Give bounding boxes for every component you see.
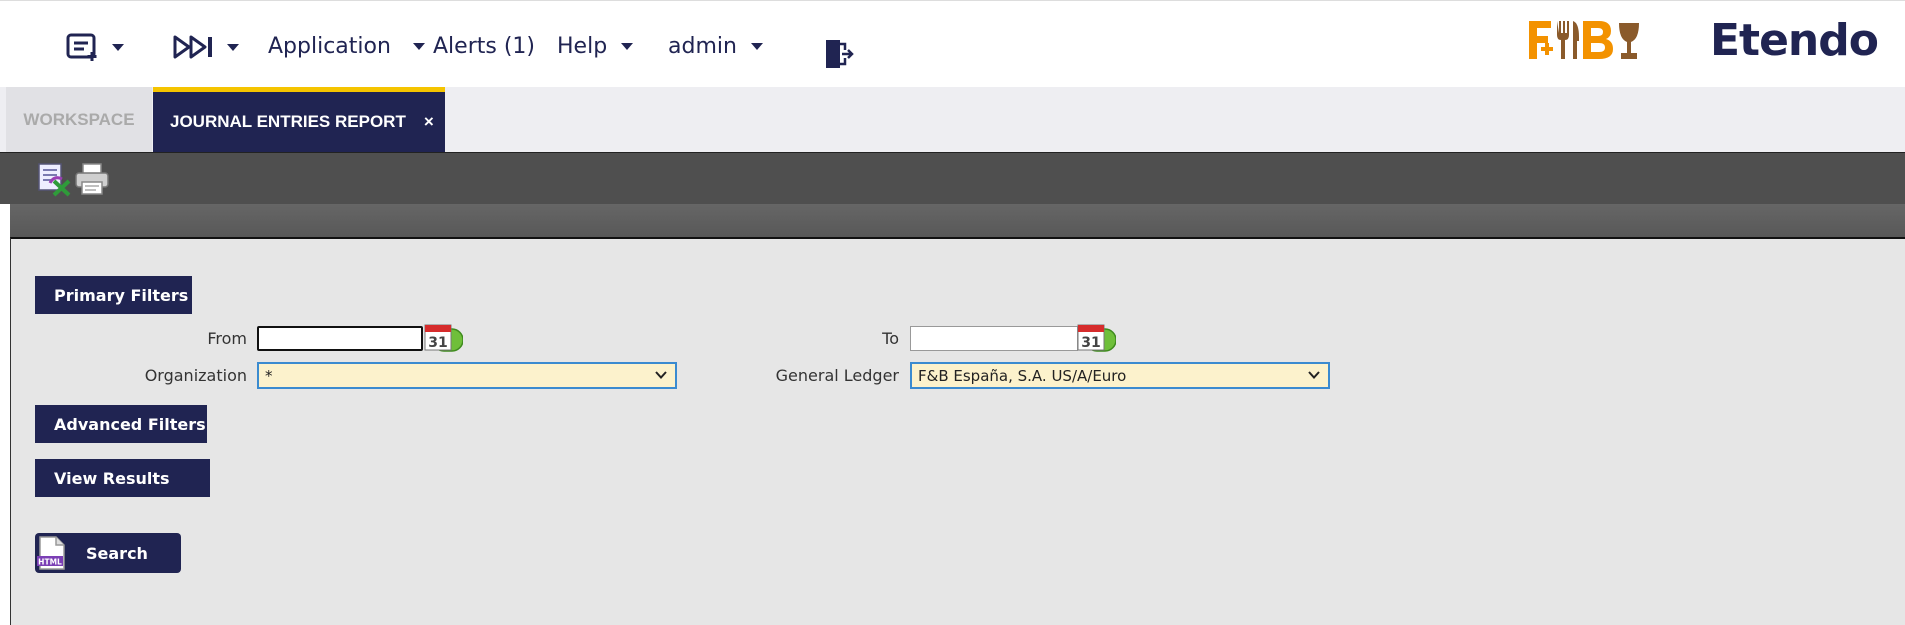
primary-filters-section[interactable]: Primary Filters — [35, 276, 192, 314]
logout-icon — [826, 40, 854, 68]
chevron-down-icon — [750, 42, 763, 50]
new-document-icon — [66, 33, 97, 61]
organization-select[interactable]: * — [257, 362, 677, 389]
html-file-icon: HTML — [37, 536, 65, 570]
general-ledger-label: General Ledger — [775, 366, 899, 385]
alerts-menu[interactable]: Alerts (1) — [433, 29, 535, 63]
quick-launch-button[interactable] — [173, 31, 239, 63]
export-excel-button[interactable] — [36, 161, 72, 197]
help-menu-label: Help — [557, 33, 608, 59]
from-label: From — [207, 329, 247, 348]
advanced-filters-section[interactable]: Advanced Filters — [35, 405, 207, 443]
calendar-icon: 31 — [1077, 324, 1117, 352]
search-button-label: Search — [86, 543, 148, 563]
help-menu[interactable]: Help — [557, 29, 634, 63]
new-menu-button[interactable] — [66, 31, 124, 63]
calendar-icon: 31 — [424, 324, 464, 352]
fnb-logo — [1527, 15, 1649, 65]
user-menu-label: admin — [668, 33, 737, 59]
printer-icon — [75, 163, 109, 195]
report-toolbar — [0, 152, 1905, 204]
html-badge-text: HTML — [38, 558, 62, 567]
tab-workspace[interactable]: WORKSPACE — [6, 87, 152, 152]
to-calendar-button[interactable]: 31 — [1076, 324, 1117, 352]
calendar-day-text: 31 — [1081, 335, 1100, 351]
export-excel-icon — [38, 163, 71, 197]
fast-forward-icon — [173, 35, 212, 59]
fnb-logo-icon — [1529, 21, 1639, 59]
chevron-down-icon — [655, 371, 667, 379]
chevron-down-icon — [112, 43, 124, 51]
tab-label: JOURNAL ENTRIES REPORT — [170, 112, 406, 131]
close-icon[interactable]: × — [424, 112, 434, 132]
to-label: To — [882, 329, 899, 348]
tab-bar: WORKSPACE JOURNAL ENTRIES REPORT × — [0, 87, 1905, 152]
from-calendar-button[interactable]: 31 — [423, 324, 464, 352]
general-ledger-selected-value: F&B España, S.A. US/A/Euro — [918, 367, 1127, 385]
user-menu[interactable]: admin — [668, 29, 763, 63]
application-menu-label: Application — [268, 33, 391, 59]
chevron-down-icon — [621, 42, 634, 50]
general-ledger-select[interactable]: F&B España, S.A. US/A/Euro — [910, 362, 1330, 389]
application-menu[interactable]: Application — [268, 29, 425, 63]
etendo-logo: Etendo — [1710, 15, 1879, 66]
top-navigation-bar: Application Alerts (1) Help admin Etendo — [0, 0, 1905, 87]
report-filter-panel: Primary Filters From 31 To 31 Organizati… — [10, 237, 1905, 625]
alerts-label: Alerts (1) — [433, 33, 535, 59]
toolbar-separator — [10, 204, 1905, 237]
from-date-input[interactable] — [257, 326, 423, 351]
view-results-section[interactable]: View Results — [35, 459, 210, 497]
search-button[interactable]: HTML Search — [35, 533, 181, 573]
calendar-day-text: 31 — [428, 335, 447, 351]
print-button[interactable] — [74, 161, 110, 197]
logout-button[interactable] — [823, 37, 855, 71]
organization-label: Organization — [144, 366, 247, 385]
to-date-input[interactable] — [910, 326, 1078, 351]
chevron-down-icon — [227, 43, 239, 51]
chevron-down-icon — [1308, 371, 1320, 379]
chevron-down-icon — [412, 42, 425, 50]
organization-selected-value: * — [265, 367, 273, 385]
tab-journal-entries-report[interactable]: JOURNAL ENTRIES REPORT × — [153, 87, 445, 152]
